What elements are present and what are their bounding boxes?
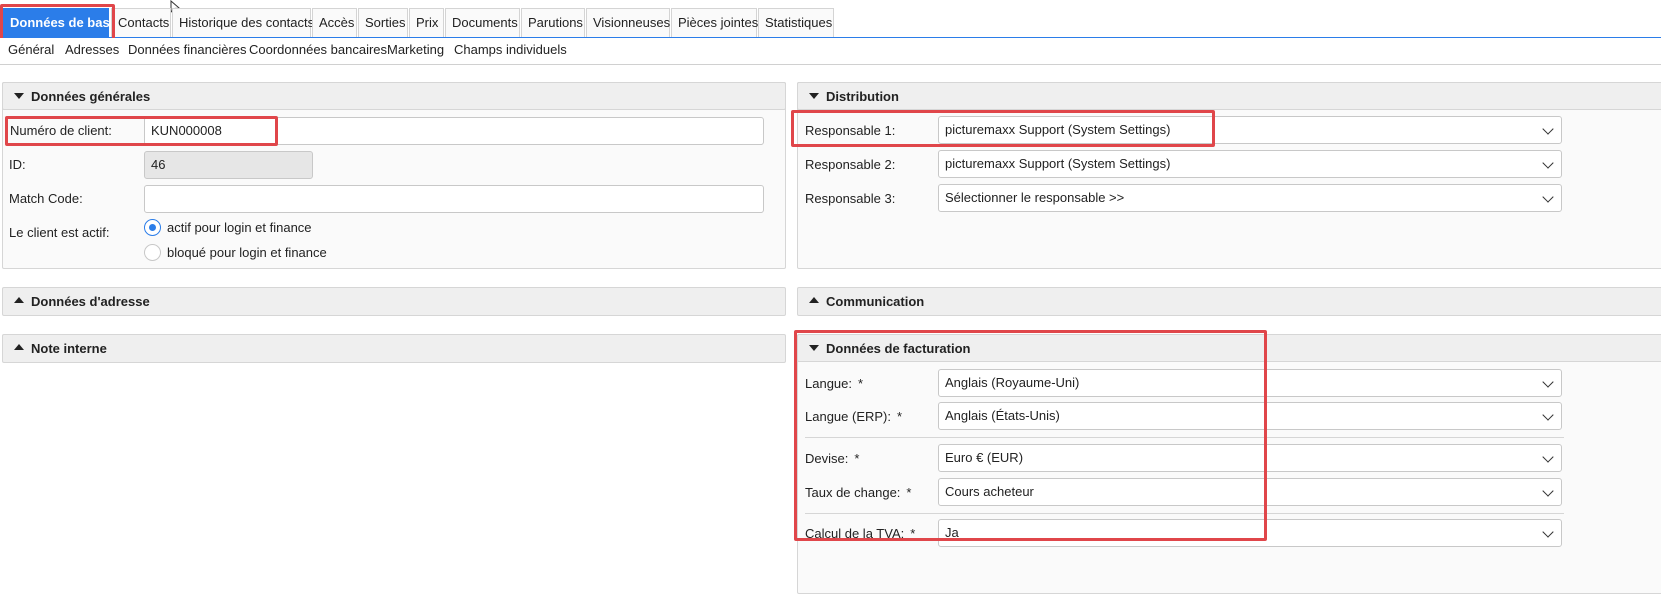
responsable-1-value: picturemaxx Support (System Settings): [945, 122, 1171, 137]
divider: [805, 437, 1564, 438]
tab-sorties[interactable]: Sorties: [358, 8, 408, 37]
internal-note-title: Note interne: [31, 341, 107, 356]
tab-documents[interactable]: Documents: [445, 8, 520, 37]
address-data-title: Données d'adresse: [31, 294, 150, 309]
responsable-3-select[interactable]: Sélectionner le responsable >>: [938, 184, 1562, 212]
tab-donnees-de-base[interactable]: Données de base: [3, 8, 117, 37]
divider: [805, 513, 1564, 514]
distribution-title: Distribution: [826, 89, 899, 104]
caret-down-icon: [14, 93, 24, 99]
communication-header[interactable]: Communication: [797, 287, 1661, 316]
langue-erp-label: Langue (ERP): *: [805, 409, 903, 424]
general-data-title: Données générales: [31, 89, 151, 104]
caret-up-icon: [14, 344, 24, 350]
responsable-2-value: picturemaxx Support (System Settings): [945, 156, 1171, 171]
caret-down-icon: [809, 93, 819, 99]
subtab-general[interactable]: Général: [8, 42, 54, 57]
responsable-3-label: Responsable 3:: [805, 191, 896, 206]
radio-blocked-label: bloqué pour login et finance: [167, 245, 327, 260]
chevron-down-icon: [1542, 485, 1554, 497]
tab-pieces-jointes[interactable]: Pièces jointes: [671, 8, 758, 37]
langue-label: Langue: *: [805, 376, 864, 391]
taux-de-change-value: Cours acheteur: [945, 484, 1034, 499]
tab-visionneuses[interactable]: Visionneuses: [586, 8, 670, 37]
tab-statistiques[interactable]: Statistiques: [758, 8, 834, 37]
caret-up-icon: [809, 297, 819, 303]
chevron-down-icon: [1542, 451, 1554, 463]
address-data-header[interactable]: Données d'adresse: [2, 287, 786, 316]
calcul-tva-value: Ja: [945, 525, 959, 540]
subtab-donnees-financieres[interactable]: Données financières: [128, 42, 247, 57]
chevron-down-icon: [1542, 526, 1554, 538]
langue-erp-value: Anglais (États-Unis): [945, 408, 1060, 423]
customer-number-field[interactable]: KUN000008: [144, 117, 764, 145]
match-code-label: Match Code:: [9, 191, 83, 206]
communication-title: Communication: [826, 294, 925, 309]
chevron-down-icon: [1542, 409, 1554, 421]
distribution-header[interactable]: Distribution: [797, 82, 1661, 110]
tab-historique-des-contacts[interactable]: Historique des contacts: [172, 8, 314, 37]
responsable-2-label: Responsable 2:: [805, 157, 896, 172]
devise-select[interactable]: Euro € (EUR): [938, 444, 1562, 472]
id-field: 46: [144, 151, 313, 179]
taux-de-change-label: Taux de change: *: [805, 485, 912, 500]
billing-title: Données de facturation: [826, 341, 971, 356]
chevron-down-icon: [1542, 157, 1554, 169]
general-data-header[interactable]: Données générales: [2, 82, 786, 110]
taux-de-change-select[interactable]: Cours acheteur: [938, 478, 1562, 506]
main-tab-bar: Données de base Contacts Historique des …: [0, 8, 1661, 38]
billing-header[interactable]: Données de facturation: [797, 334, 1661, 362]
devise-label: Devise: *: [805, 451, 860, 466]
general-data-panel: [2, 82, 786, 269]
devise-value: Euro € (EUR): [945, 450, 1024, 465]
radio-active-label: actif pour login et finance: [167, 220, 312, 235]
id-label: ID:: [9, 157, 26, 172]
responsable-3-value: Sélectionner le responsable >>: [945, 190, 1125, 205]
customer-number-label: Numéro de client:: [10, 123, 112, 138]
subtab-champs-individuels[interactable]: Champs individuels: [454, 42, 567, 57]
subtab-marketing[interactable]: Marketing: [387, 42, 444, 57]
tab-prix[interactable]: Prix: [409, 8, 444, 37]
radio-active[interactable]: [144, 219, 161, 236]
caret-up-icon: [14, 297, 24, 303]
client-active-label: Le client est actif:: [9, 225, 110, 240]
responsable-1-select[interactable]: picturemaxx Support (System Settings): [938, 116, 1562, 144]
caret-down-icon: [809, 345, 819, 351]
tab-acces[interactable]: Accès: [312, 8, 357, 37]
responsable-2-select[interactable]: picturemaxx Support (System Settings): [938, 150, 1562, 178]
subtab-adresses[interactable]: Adresses: [65, 42, 119, 57]
calcul-tva-select[interactable]: Ja: [938, 519, 1562, 547]
responsable-1-label: Responsable 1:: [805, 123, 896, 138]
tab-contacts[interactable]: Contacts: [111, 8, 171, 37]
langue-value: Anglais (Royaume-Uni): [945, 375, 1080, 390]
calcul-tva-label: Calcul de la TVA: *: [805, 526, 916, 541]
tab-parutions[interactable]: Parutions: [521, 8, 585, 37]
langue-erp-select[interactable]: Anglais (États-Unis): [938, 402, 1562, 430]
chevron-down-icon: [1542, 123, 1554, 135]
chevron-down-icon: [1542, 376, 1554, 388]
subtab-coordonnees-bancaires[interactable]: Coordonnées bancaires: [249, 42, 387, 57]
internal-note-header[interactable]: Note interne: [2, 334, 786, 363]
radio-blocked[interactable]: [144, 244, 161, 261]
langue-select[interactable]: Anglais (Royaume-Uni): [938, 369, 1562, 397]
chevron-down-icon: [1542, 191, 1554, 203]
match-code-field[interactable]: [144, 185, 764, 213]
sub-tab-bar: Général Adresses Données financières Coo…: [0, 38, 1661, 65]
